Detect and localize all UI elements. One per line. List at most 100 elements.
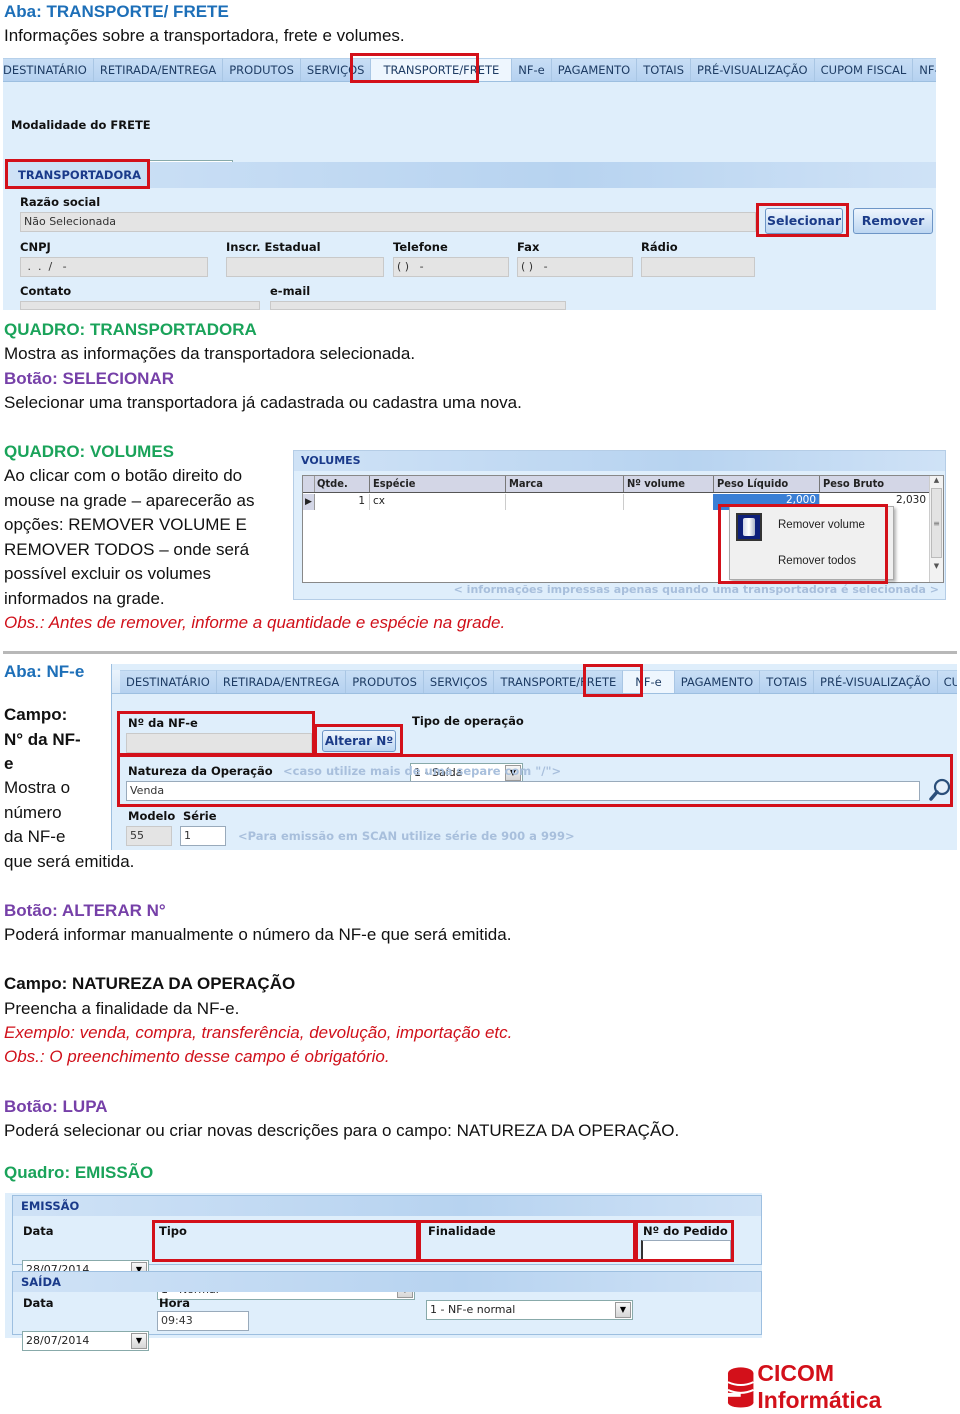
tab-nfe[interactable]: NF-e [623, 670, 675, 693]
cnpj-field[interactable]: . . / - [20, 257, 208, 277]
serie-hint: <Para emissão em SCAN utilize série de 9… [238, 829, 575, 843]
section-title-transporte: Aba: TRANSPORTE/ FRETE [4, 2, 229, 21]
section-desc-transporte: Informações sobre a transportadora, fret… [4, 26, 405, 45]
fax-field[interactable]: ( ) - [517, 257, 633, 277]
tab-bar: DESTINATÁRIO RETIRADA/ENTREGA PRODUTOS S… [3, 58, 936, 82]
remover-button[interactable]: Remover [853, 208, 933, 234]
natureza-operacao-hint: <caso utilize mais de uma separe com "/"… [283, 764, 562, 778]
emissao-group: EMISSÃO Data 28/07/2014 ▼ Tipo 1 - Norma… [12, 1195, 762, 1320]
email-label: e-mail [270, 284, 311, 298]
col-peso-liquido[interactable]: Peso Líquido [713, 476, 791, 492]
tab-retirada-entrega[interactable]: RETIRADA/ENTREGA [216, 670, 347, 693]
saida-header: SAÍDA [13, 1272, 761, 1292]
volumes-obs: Obs.: Antes de remover, informe a quanti… [4, 613, 506, 632]
saida-group: SAÍDA Data 28/07/2014 ▼ Hora 09:43 [12, 1271, 762, 1351]
row-indicator-icon: ▶ [303, 494, 315, 510]
quadro-volumes-text: Ao clicar com o botão direito do mouse n… [4, 464, 289, 611]
saida-data-select[interactable]: 28/07/2014 ▼ [22, 1331, 149, 1351]
search-icon[interactable] [928, 778, 952, 802]
radio-label: Rádio [641, 240, 678, 254]
tab-cupom-fiscal[interactable]: CUPOM FISCAL [937, 670, 957, 693]
recycle-bin-icon [736, 513, 762, 541]
tab-produtos[interactable]: PRODUTOS [346, 670, 424, 693]
botao-alterar-text: Poderá informar manualmente o número da … [4, 925, 512, 944]
cell-especie[interactable]: cx [369, 494, 505, 510]
menu-item-remover-todos[interactable]: Remover todos [778, 555, 856, 567]
hora-input[interactable]: 09:43 [157, 1311, 249, 1331]
grid-header: Qtde. Espécie Marca Nº volume Peso Líqui… [303, 476, 929, 493]
scroll-thumb[interactable]: ≡ [931, 488, 942, 558]
transportadora-header: TRANSPORTADORA [6, 162, 936, 188]
col-qtde[interactable]: Qtde. [317, 477, 348, 490]
tab-pre-visualizacao[interactable]: PRÉ-VISUALIZAÇÃO [691, 58, 815, 81]
volumes-grid[interactable]: Qtde. Espécie Marca Nº volume Peso Líqui… [302, 475, 944, 583]
tab-retirada-entrega[interactable]: RETIRADA/ENTREGA [93, 58, 224, 81]
campo-natureza-text: Preencha a finalidade da NF-e. [4, 999, 240, 1018]
tab-servicos[interactable]: SERVIÇOS [300, 58, 372, 81]
text-line: informados na grade. [4, 588, 165, 608]
col-peso-bruto[interactable]: Peso Bruto [819, 476, 887, 492]
text-line: mouse na grade – aparecerão as [4, 490, 255, 510]
tab-totais[interactable]: TOTAIS [760, 670, 815, 693]
tab-servicos[interactable]: SERVIÇOS [423, 670, 495, 693]
chevron-down-icon[interactable]: ▼ [131, 1333, 147, 1349]
serie-input[interactable]: 1 [180, 826, 226, 846]
selecionar-button[interactable]: Selecionar [765, 208, 843, 234]
cell-n-volume[interactable] [623, 494, 713, 510]
tab-nfe[interactable]: NF-e [512, 58, 552, 81]
scroll-down-icon[interactable]: ▼ [930, 562, 943, 570]
menu-item-remover-volume[interactable]: Remover volume [778, 519, 865, 531]
volumes-header: VOLUMES [294, 451, 945, 471]
emissao-header: EMISSÃO [13, 1196, 761, 1216]
text-line: que será emitida. [4, 851, 135, 871]
razao-social-label: Razão social [20, 195, 101, 209]
cicom-logo: CICOM Informática [727, 1360, 960, 1414]
tab-transporte-frete[interactable]: TRANSPORTE/FRETE [371, 58, 513, 81]
emissao-screenshot: EMISSÃO Data 28/07/2014 ▼ Tipo 1 - Norma… [5, 1193, 762, 1351]
contato-field[interactable] [20, 301, 260, 310]
section-title-nfe: Aba: NF-e [4, 662, 85, 681]
quadro-transportadora-text: Mostra as informações da transportadora … [4, 344, 416, 363]
tipo-label: Tipo [159, 1224, 187, 1238]
cell-qtde[interactable]: 1 [317, 495, 365, 507]
tab-cupom-fiscal[interactable]: CUPOM FISCAL [814, 58, 914, 81]
tab-pagamento[interactable]: PAGAMENTO [551, 58, 638, 81]
natureza-obs: Obs.: O preenchimento desse campo é obri… [4, 1047, 390, 1066]
fax-label: Fax [517, 240, 540, 254]
col-n-volume[interactable]: Nº volume [623, 476, 688, 492]
botao-selecionar-text: Selecionar uma transportadora já cadastr… [4, 393, 522, 412]
natureza-exemplo: Exemplo: venda, compra, transferência, d… [4, 1023, 513, 1042]
tab-destinatario[interactable]: DESTINATÁRIO [3, 58, 94, 81]
campo-nfe-title: Campo: N° da NF- e [4, 703, 81, 777]
tab-produtos[interactable]: PRODUTOS [223, 58, 301, 81]
text-line: Ao clicar com o botão direito do [4, 466, 243, 485]
col-marca[interactable]: Marca [505, 476, 546, 492]
tab-nfe-referenciada[interactable]: NF-e REFEREN [913, 58, 936, 81]
tab-transporte-frete[interactable]: TRANSPORTE/FRETE [494, 670, 624, 693]
tab-destinatario[interactable]: DESTINATÁRIO [120, 670, 217, 693]
tab-pagamento[interactable]: PAGAMENTO [674, 670, 761, 693]
natureza-operacao-input[interactable]: Venda [126, 781, 920, 801]
inscr-estadual-field[interactable] [226, 257, 384, 277]
col-especie[interactable]: Espécie [369, 476, 418, 492]
campo-natureza-title: Campo: NATUREZA DA OPERAÇÃO [4, 974, 296, 993]
email-field[interactable] [270, 301, 566, 310]
tab-bar-nfe: DESTINATÁRIO RETIRADA/ENTREGA PRODUTOS S… [112, 670, 957, 694]
finalidade-label: Finalidade [428, 1224, 496, 1238]
numero-nfe-label: Nº da NF-e [128, 716, 198, 730]
emissao-data-label: Data [23, 1224, 54, 1238]
tab-totais[interactable]: TOTAIS [637, 58, 692, 81]
pedido-input[interactable] [641, 1240, 731, 1260]
razao-social-field: Não Selecionada [20, 212, 756, 232]
text-line: possível excluir os volumes [4, 564, 211, 583]
alterar-numero-button[interactable]: Alterar Nº [322, 730, 396, 752]
saida-data-value: 28/07/2014 [26, 1334, 90, 1347]
telefone-field[interactable]: ( ) - [393, 257, 509, 277]
scroll-up-icon[interactable]: ▲ [930, 476, 943, 484]
radio-field[interactable] [641, 257, 755, 277]
botao-lupa-title: Botão: LUPA [4, 1097, 108, 1116]
cell-marca[interactable] [505, 494, 623, 510]
grid-scrollbar[interactable]: ▲ ≡ ▼ [929, 476, 943, 582]
contato-label: Contato [20, 284, 72, 298]
tab-pre-visualizacao[interactable]: PRÉ-VISUALIZAÇÃO [814, 670, 938, 693]
